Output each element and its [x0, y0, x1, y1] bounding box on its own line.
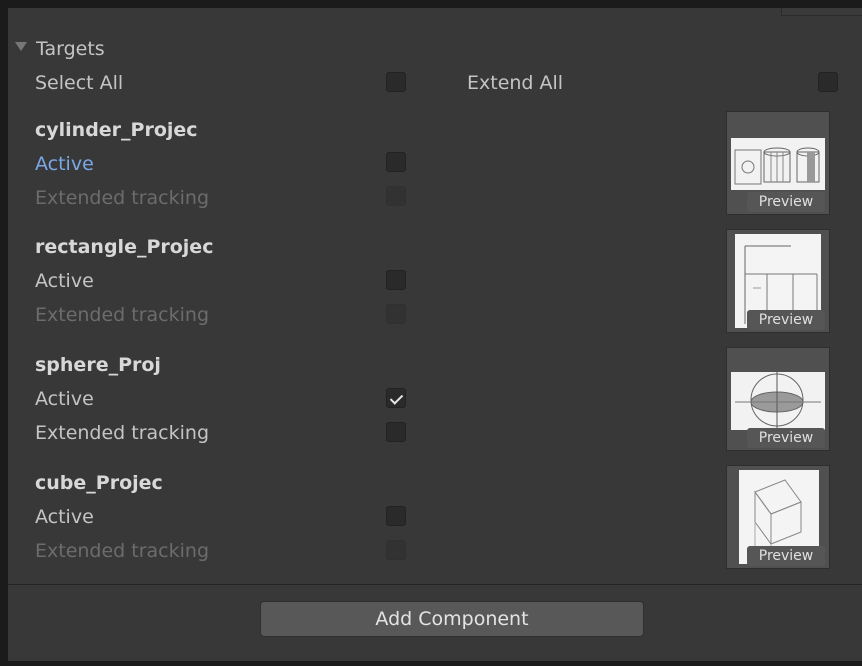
- target-name: sphere_Proj: [35, 354, 161, 376]
- extended-tracking-checkbox[interactable]: [386, 422, 406, 442]
- active-checkbox[interactable]: [386, 388, 406, 408]
- target-name: cylinder_Projec: [35, 119, 198, 141]
- inspector-panel: Targets Select All Extend All cylinder_P…: [8, 8, 862, 584]
- preview-button[interactable]: Preview: [747, 428, 825, 448]
- select-all-checkbox[interactable]: [386, 72, 406, 92]
- target-thumbnail: Preview: [726, 347, 830, 451]
- extend-all-checkbox[interactable]: [818, 72, 838, 92]
- panel-tab-stub: [781, 8, 862, 16]
- extend-all-label: Extend All: [467, 72, 564, 94]
- add-component-button[interactable]: Add Component: [260, 601, 644, 637]
- target-thumbnail: Preview: [726, 229, 830, 333]
- active-label: Active: [35, 506, 94, 528]
- active-checkbox[interactable]: [386, 152, 406, 172]
- select-all-label: Select All: [35, 72, 124, 94]
- active-checkbox[interactable]: [386, 270, 406, 290]
- extended-tracking-label: Extended tracking: [35, 304, 210, 326]
- extended-tracking-label: Extended tracking: [35, 422, 210, 444]
- target-name: cube_Projec: [35, 472, 163, 494]
- active-label: Active: [35, 153, 94, 175]
- active-checkbox[interactable]: [386, 506, 406, 526]
- preview-button[interactable]: Preview: [747, 310, 825, 330]
- foldout-triangle-icon[interactable]: [15, 42, 27, 51]
- footer-bar: Add Component: [8, 584, 862, 661]
- target-name: rectangle_Projec: [35, 236, 214, 258]
- extended-tracking-label: Extended tracking: [35, 540, 210, 562]
- extended-tracking-checkbox: [386, 304, 406, 324]
- active-label: Active: [35, 388, 94, 410]
- extended-tracking-label: Extended tracking: [35, 187, 210, 209]
- targets-foldout-title[interactable]: Targets: [36, 37, 105, 61]
- preview-button[interactable]: Preview: [747, 546, 825, 566]
- active-label: Active: [35, 270, 94, 292]
- target-thumbnail: Preview: [726, 111, 830, 215]
- preview-button[interactable]: Preview: [747, 192, 825, 212]
- extended-tracking-checkbox: [386, 186, 406, 206]
- extended-tracking-checkbox: [386, 540, 406, 560]
- target-thumbnail: Preview: [726, 465, 830, 569]
